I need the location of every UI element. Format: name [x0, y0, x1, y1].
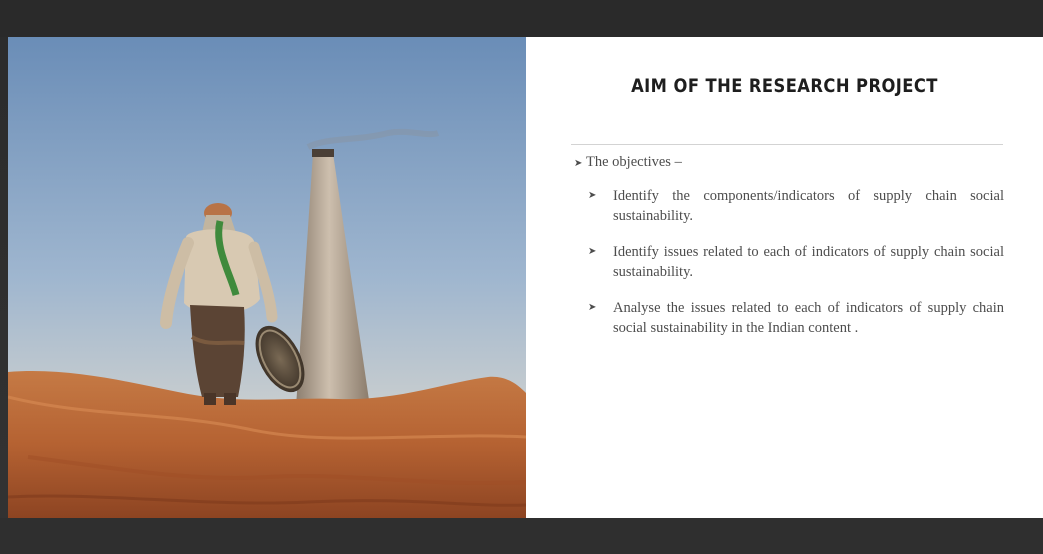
objective-text: Identify issues related to each of indic… — [613, 244, 1004, 280]
objective-item: ➤ Identify the components/indicators of s… — [574, 186, 1004, 226]
objectives-list: ➤ The objectives – ➤ Identify the componen… — [574, 152, 1004, 354]
arrow-bullet-icon: ➤ — [588, 246, 597, 257]
title-divider — [571, 144, 1003, 145]
arrow-bullet-icon: ➤ — [588, 302, 597, 313]
objectives-intro: ➤ The objectives – — [574, 152, 1004, 174]
slide-photo — [8, 37, 526, 518]
objective-item: ➤ Identify issues related to each of indi… — [574, 242, 1004, 282]
arrow-bullet-icon: ➤ — [588, 190, 597, 201]
presentation-viewer: AIM OF THE RESEARCH PROJECT ➤ The objecti… — [0, 0, 1043, 554]
objective-text: Analyse the issues related to each of in… — [613, 300, 1004, 336]
objective-text: Identify the components/indicators of su… — [613, 188, 1004, 224]
slide-text-panel: AIM OF THE RESEARCH PROJECT ➤ The objecti… — [526, 37, 1043, 518]
viewer-bottom-bar — [0, 518, 1043, 554]
objectives-intro-text: The objectives – — [586, 154, 682, 170]
viewer-top-bar — [0, 0, 1043, 37]
objective-item: ➤ Analyse the issues related to each of i… — [574, 298, 1004, 338]
slide: AIM OF THE RESEARCH PROJECT ➤ The objecti… — [8, 37, 1043, 518]
arrow-bullet-icon: ➤ — [574, 158, 583, 169]
brick-kiln-worker-image — [8, 37, 526, 518]
slide-title: AIM OF THE RESEARCH PROJECT — [631, 75, 938, 97]
